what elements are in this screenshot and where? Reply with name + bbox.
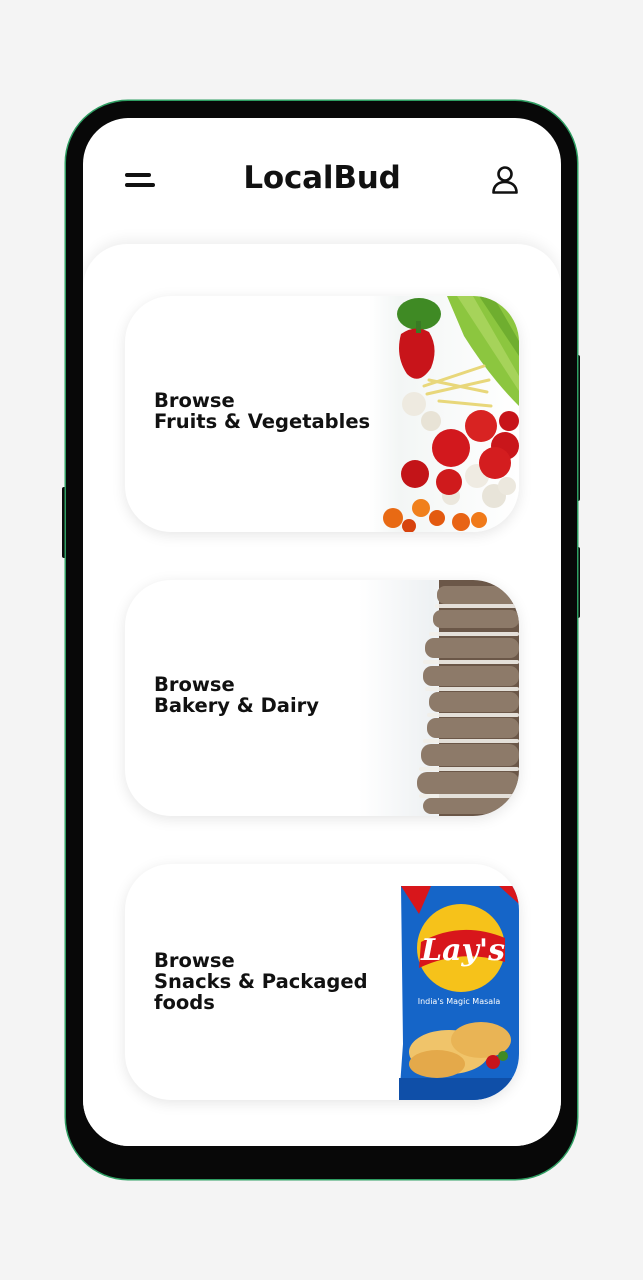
category-card-label-line1: Browse <box>154 673 235 696</box>
category-card-label: Browse Bakery & Dairy <box>154 674 319 716</box>
bread-loaf-image <box>359 580 519 816</box>
category-card-fruits-vegetables[interactable]: Browse Fruits & Vegetables <box>125 296 519 532</box>
lays-flavor-label: India's Magic Masala <box>418 997 501 1006</box>
category-card-bakery-dairy[interactable]: Browse Bakery & Dairy <box>125 580 519 816</box>
category-card-label-line2: Fruits & Vegetables <box>154 410 371 433</box>
user-icon[interactable] <box>491 165 519 195</box>
category-card-snacks-packaged[interactable]: Browse Snacks & Packaged foods Lay's Ind… <box>125 864 519 1100</box>
category-card-label: Browse Fruits & Vegetables <box>154 390 370 432</box>
category-card-label-line3: foods <box>154 991 215 1014</box>
lays-chips-packet-image: Lay's India's Magic Masala <box>389 864 519 1100</box>
category-card-label-line2: Bakery & Dairy <box>154 694 319 717</box>
app-title: LocalBud <box>243 160 401 196</box>
lays-brand-label: Lay's <box>420 933 505 968</box>
category-card-label-line1: Browse <box>154 389 235 412</box>
category-list: Browse Fruits & Vegetables Browse Bakery… <box>83 244 561 1146</box>
vegetables-image <box>369 296 519 532</box>
category-card-label: Browse Snacks & Packaged foods <box>154 950 368 1013</box>
category-card-label-line2: Snacks & Packaged <box>154 970 368 993</box>
category-card-label-line1: Browse <box>154 949 235 972</box>
phone-screen: LocalBud Browse Fruits & Vegetables Brow… <box>83 118 561 1146</box>
